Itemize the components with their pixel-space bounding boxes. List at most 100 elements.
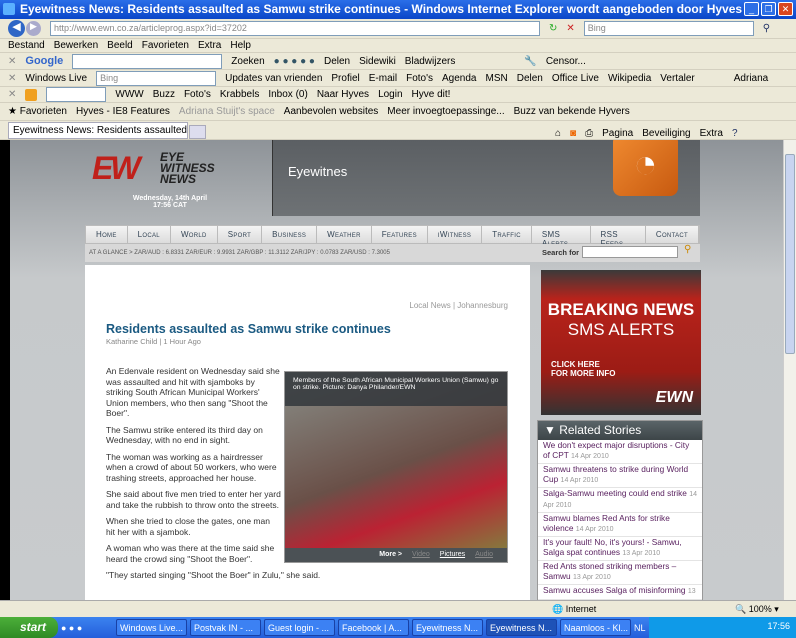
related-item[interactable]: Red Ants stoned striking members – Samwu… — [538, 561, 702, 585]
back-button[interactable]: ◀ — [8, 20, 25, 37]
hyves-link[interactable]: Inbox (0) — [268, 89, 307, 100]
related-item[interactable]: Samwu accuses Salga of misinforming 13 — [538, 585, 702, 600]
scrollbar-thumb[interactable] — [785, 154, 795, 354]
close-toolbar-icon[interactable]: ✕ — [8, 73, 16, 84]
breaking-news-ad[interactable]: BREAKING NEWS SMS ALERTS CLICK HERE FOR … — [541, 270, 701, 415]
menu-bewerken[interactable]: Bewerken — [54, 40, 98, 51]
command-beveiliging[interactable]: Beveiliging — [642, 128, 690, 139]
wikipedia-link[interactable]: Wikipedia — [608, 73, 651, 84]
zoom-level[interactable]: 🔍 100% ▾ — [735, 604, 779, 615]
censor-button[interactable]: Censor... — [546, 56, 586, 67]
windows-live-button[interactable]: Windows Live — [25, 73, 87, 84]
rss-feed-icon[interactable]: ◔ — [613, 140, 678, 196]
quick-launch[interactable]: ● ● ● — [61, 623, 113, 633]
nav-local[interactable]: Local — [128, 226, 171, 243]
nav-sport[interactable]: Sport — [218, 226, 263, 243]
taskbar-item[interactable]: Guest login - ... — [264, 619, 335, 636]
site-search-input[interactable] — [582, 246, 678, 258]
menu-favorieten[interactable]: Favorieten — [142, 40, 189, 51]
nav-traffic[interactable]: Traffic — [482, 226, 532, 243]
forward-button[interactable]: ▶ — [26, 21, 41, 36]
share-button[interactable]: Delen — [324, 56, 350, 67]
live-link[interactable]: Agenda — [442, 73, 476, 84]
bing-search-input[interactable]: Bing — [96, 70, 217, 86]
nav-contact[interactable]: Contact — [646, 226, 699, 243]
related-item[interactable]: Salga-Samwu meeting could end strike 14 … — [538, 488, 702, 513]
hyves-link[interactable]: Hyve dit! — [412, 89, 451, 100]
rss-icon[interactable]: ◙ — [570, 128, 576, 139]
photo-gallery[interactable]: Members of the South African Municipal W… — [284, 371, 508, 563]
favorite-item[interactable]: Buzz van bekende Hyvers — [514, 106, 630, 117]
translate-link[interactable]: Vertaler — [660, 73, 694, 84]
more-link[interactable]: More > — [379, 551, 402, 559]
related-item[interactable]: Samwu threatens to strike during World C… — [538, 464, 702, 488]
taskbar-item[interactable]: Postvak IN - ... — [190, 619, 261, 636]
menu-beeld[interactable]: Beeld — [107, 40, 133, 51]
taskbar-item[interactable]: Eyewitness N... — [412, 619, 483, 636]
live-link[interactable]: E-mail — [369, 73, 397, 84]
live-link[interactable]: Foto's — [406, 73, 433, 84]
nav-business[interactable]: Business — [262, 226, 318, 243]
hyves-link[interactable]: Login — [378, 89, 402, 100]
print-icon[interactable]: ⎙ — [585, 128, 593, 139]
live-link[interactable]: Profiel — [331, 73, 359, 84]
menu-help[interactable]: Help — [230, 40, 251, 51]
new-tab-button[interactable] — [189, 125, 206, 139]
search-input[interactable]: Bing — [583, 21, 754, 36]
close-toolbar-icon[interactable]: ✕ — [8, 89, 16, 100]
language-indicator[interactable]: NL — [634, 623, 646, 633]
hyves-link[interactable]: Foto's — [184, 89, 211, 100]
menu-extra[interactable]: Extra — [198, 40, 221, 51]
minimize-button[interactable]: _ — [744, 2, 759, 16]
user-menu[interactable]: Adriana — [734, 73, 768, 84]
nav-world[interactable]: World — [171, 226, 218, 243]
search-icon[interactable]: ⚲ — [763, 23, 770, 34]
tab-active[interactable]: Eyewitness News: Residents assaulted as … — [8, 122, 188, 139]
stop-button[interactable]: ✕ — [566, 23, 574, 34]
hyves-link[interactable]: WWW — [115, 89, 143, 100]
nav-features[interactable]: Features — [372, 226, 428, 243]
google-search-input[interactable] — [72, 53, 223, 69]
live-link[interactable]: Delen — [517, 73, 543, 84]
search-icon[interactable]: ⚲ — [684, 244, 691, 255]
related-item[interactable]: Samwu blames Red Ants for strike violenc… — [538, 513, 702, 537]
hyves-search-input[interactable] — [46, 87, 107, 102]
pictures-link[interactable]: Pictures — [440, 551, 465, 559]
taskbar-item[interactable]: Facebook | A... — [338, 619, 409, 636]
hyves-link[interactable]: Krabbels — [220, 89, 259, 100]
favorite-item[interactable]: Aanbevolen websites — [284, 106, 379, 117]
nav-iwitness[interactable]: iWitness — [428, 226, 483, 243]
related-item[interactable]: It's your fault! No, it's yours! - Samwu… — [538, 537, 702, 561]
related-item[interactable]: We don't expect major disruptions - City… — [538, 440, 702, 464]
taskbar-item[interactable]: Naamloos - Kl... — [560, 619, 631, 636]
bookmarks-button[interactable]: Bladwijzers — [405, 56, 456, 67]
favorite-item[interactable]: Adriana Stuijt's space — [179, 106, 275, 117]
toolbar-buttons-icon[interactable]: ● ● ● ● ● — [274, 56, 315, 67]
home-icon[interactable]: ⌂ — [555, 128, 561, 139]
close-button[interactable]: ✕ — [778, 2, 793, 16]
help-icon[interactable]: ? — [732, 128, 738, 139]
nav-sms-alerts[interactable]: SMS Alerts — [532, 226, 591, 248]
sidewiki-button[interactable]: Sidewiki — [359, 56, 396, 67]
nav-weather[interactable]: Weather — [317, 226, 372, 243]
address-input[interactable]: http://www.ewn.co.za/articleprog.aspx?id… — [50, 21, 540, 36]
favorite-item[interactable]: Meer invoegtoepassinge... — [387, 106, 504, 117]
menu-bestand[interactable]: Bestand — [8, 40, 45, 51]
live-link[interactable]: Updates van vrienden — [225, 73, 322, 84]
nav-home[interactable]: Home — [86, 226, 128, 243]
favorite-item[interactable]: Hyves - IE8 Features — [76, 106, 170, 117]
maximize-button[interactable]: ❐ — [761, 2, 776, 16]
google-search-button[interactable]: Zoeken — [231, 56, 264, 67]
close-toolbar-icon[interactable]: ✕ — [8, 56, 16, 67]
taskbar-item-active[interactable]: Eyewitness N... — [486, 619, 557, 636]
audio-link[interactable]: Audio — [475, 551, 493, 559]
command-extra[interactable]: Extra — [700, 128, 723, 139]
refresh-button[interactable]: ↻ — [549, 23, 557, 34]
taskbar-item[interactable]: Windows Live... — [116, 619, 187, 636]
nav-rss-feeds[interactable]: RSS Feeds — [591, 226, 646, 248]
start-button[interactable]: start — [0, 617, 58, 638]
favorites-button[interactable]: ★ Favorieten — [8, 106, 67, 117]
wrench-icon[interactable]: 🔧 — [524, 56, 536, 67]
video-link[interactable]: Video — [412, 551, 430, 559]
hyves-link[interactable]: Buzz — [153, 89, 175, 100]
